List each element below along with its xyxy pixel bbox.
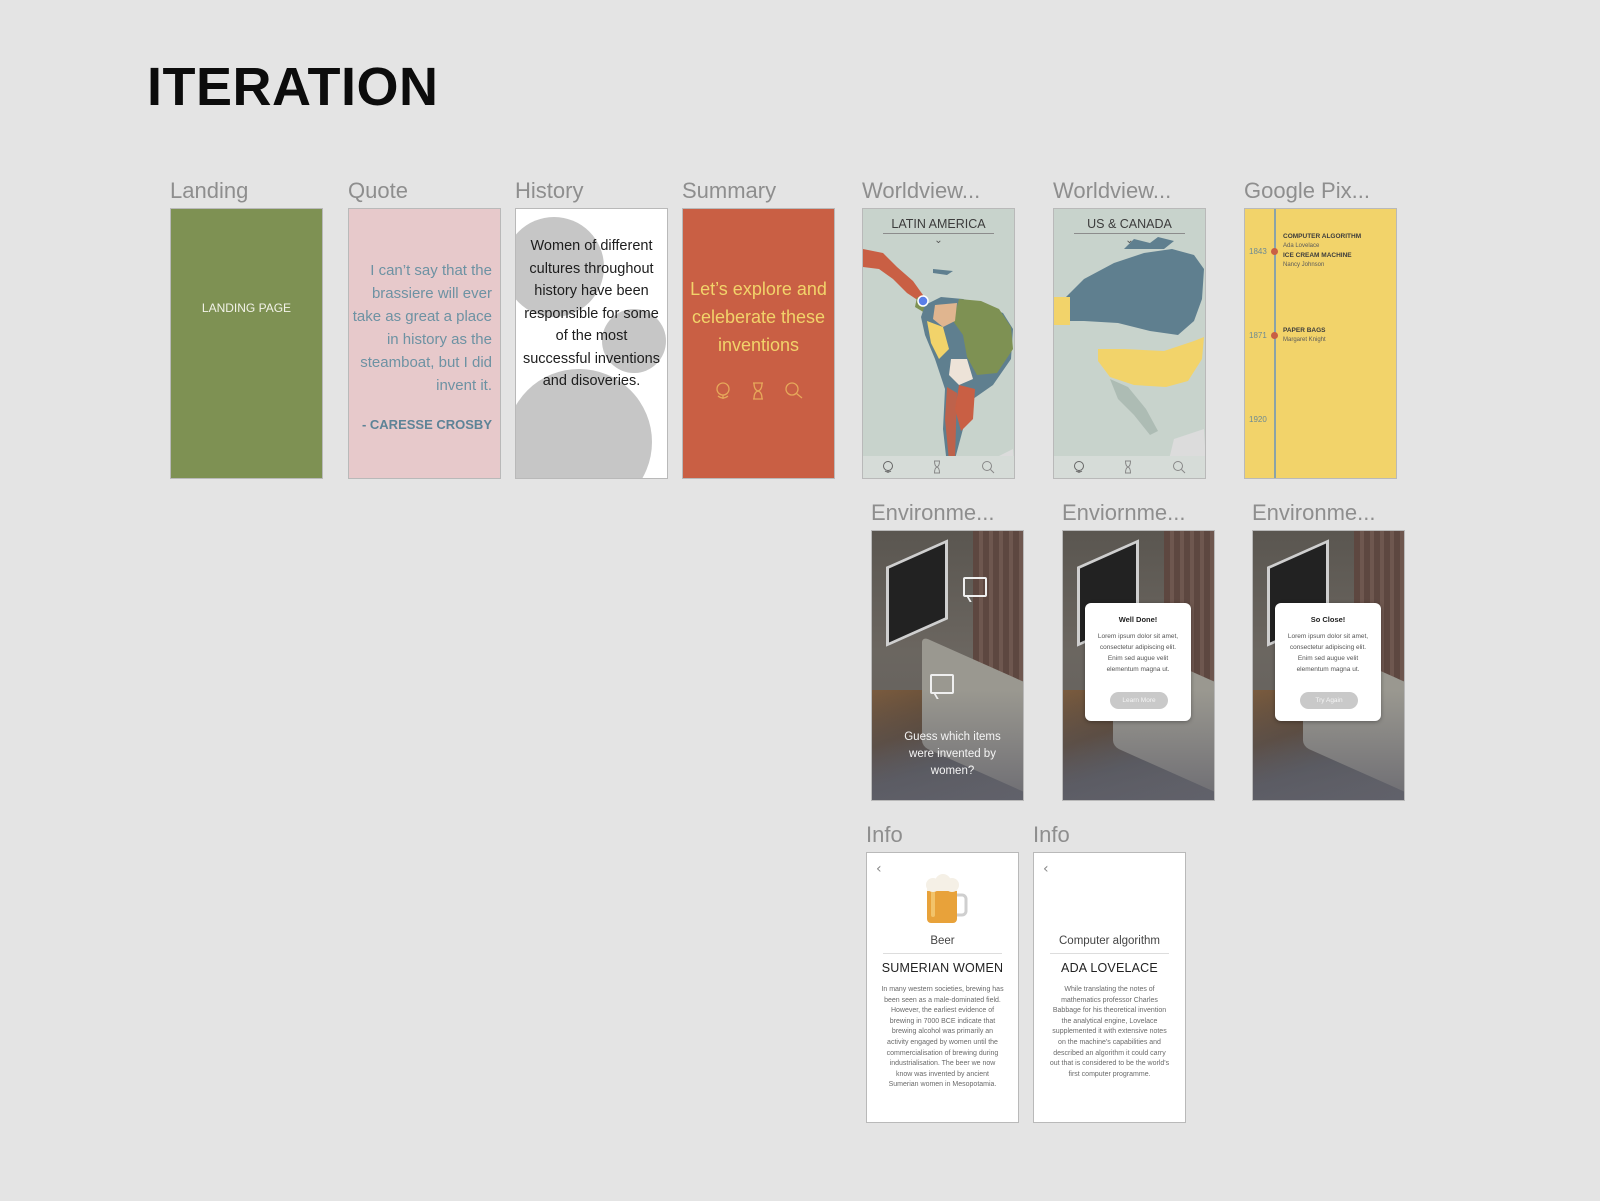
chat-bubble-icon[interactable]: [930, 674, 954, 694]
timeline-screen[interactable]: 1843 COMPUTER ALGORITHM Ada Lovelace ICE…: [1244, 208, 1397, 479]
frame-worldview-latin-america[interactable]: Worldview... LATIN AMERICA ⌄: [862, 178, 1022, 483]
chevron-down-icon[interactable]: ⌄: [863, 235, 1014, 246]
bottom-nav: [1054, 456, 1205, 478]
chevron-down-icon[interactable]: ⌄: [1054, 235, 1205, 246]
feedback-card: So Close! Lorem ipsum dolor sit amet, co…: [1275, 603, 1381, 721]
environment-screen[interactable]: Guess which items were invented by women…: [871, 530, 1024, 801]
frame-label[interactable]: History: [515, 178, 583, 204]
timeline-year: 1871: [1249, 331, 1267, 340]
frame-info-algorithm[interactable]: Info ‹ Computer algorithm ADA LOVELACE W…: [1033, 822, 1193, 1127]
info-body: In many western societies, brewing has b…: [881, 986, 1004, 1089]
search-icon[interactable]: [784, 381, 804, 401]
frame-label[interactable]: Environme...: [871, 500, 995, 526]
hourglass-icon[interactable]: [932, 460, 942, 474]
info-body: While translating the notes of mathemati…: [1049, 986, 1170, 1078]
map-region-title: LATIN AMERICA: [883, 217, 994, 234]
frame-summary[interactable]: Summary Let’s explore and celeberate the…: [682, 178, 842, 483]
landing-page-text: LANDING PAGE: [201, 301, 292, 315]
frame-label[interactable]: Info: [866, 822, 903, 848]
frame-environment-guess[interactable]: Environme... Guess which items were inve…: [871, 500, 1031, 805]
divider: [883, 953, 1002, 954]
globe-icon[interactable]: [882, 460, 894, 474]
frame-label[interactable]: Worldview...: [862, 178, 980, 204]
timeline-dot[interactable]: [1271, 332, 1278, 339]
inventor-name: Nancy Johnson: [1283, 262, 1325, 268]
inventor-title: SUMERIAN WOMEN: [881, 961, 1004, 975]
chat-bubble-icon[interactable]: [963, 577, 987, 597]
frame-label[interactable]: Landing: [170, 178, 248, 204]
search-icon[interactable]: [981, 460, 995, 474]
back-arrow-icon[interactable]: ‹: [876, 861, 882, 877]
back-arrow-icon[interactable]: ‹: [1043, 861, 1049, 877]
latin-america-map[interactable]: [863, 209, 1015, 479]
guess-prompt: Guess which items were invented by women…: [904, 731, 1001, 777]
bottom-nav: [863, 456, 1014, 478]
inventor-name: Margaret Knight: [1283, 337, 1326, 343]
divider: [1050, 953, 1169, 954]
quote-text: I can’t say that the brassiere will ever…: [352, 262, 492, 394]
invention-name: PAPER BAGS: [1283, 327, 1326, 334]
page-title: ITERATION: [147, 57, 439, 117]
frame-label[interactable]: Environme...: [1252, 500, 1376, 526]
summary-text: Let’s explore and celeberate these inven…: [690, 279, 827, 355]
hourglass-icon[interactable]: [750, 381, 766, 401]
frame-landing[interactable]: Landing LANDING PAGE: [170, 178, 330, 483]
frame-info-beer[interactable]: Info ‹ Beer SUMERIAN WOMEN In many weste…: [866, 822, 1026, 1127]
info-screen[interactable]: ‹ Computer algorithm ADA LOVELACE While …: [1033, 852, 1186, 1123]
environment-screen[interactable]: So Close! Lorem ipsum dolor sit amet, co…: [1252, 530, 1405, 801]
quote-author: - CARESSE CROSBY: [361, 417, 492, 432]
inventor-title: ADA LOVELACE: [1061, 961, 1158, 975]
globe-icon[interactable]: [714, 381, 732, 401]
map-region-title: US & CANADA: [1074, 217, 1185, 234]
frame-label[interactable]: Enviornme...: [1062, 500, 1186, 526]
frame-history[interactable]: History Women of different cultures thro…: [515, 178, 675, 483]
history-text: Women of different cultures throughout h…: [522, 238, 660, 389]
history-screen[interactable]: Women of different cultures throughout h…: [515, 208, 668, 479]
frame-environment-well-done[interactable]: Enviornme... Well Done! Lorem ipsum dolo…: [1062, 500, 1222, 805]
environment-screen[interactable]: Well Done! Lorem ipsum dolor sit amet, c…: [1062, 530, 1215, 801]
frame-google-pixel-timeline[interactable]: Google Pix... 1843 COMPUTER ALGORITHM Ad…: [1244, 178, 1404, 483]
search-icon[interactable]: [1172, 460, 1186, 474]
room-curtains: [973, 531, 1023, 681]
quote-screen[interactable]: I can’t say that the brassiere will ever…: [348, 208, 501, 479]
frame-label[interactable]: Summary: [682, 178, 776, 204]
card-body: Lorem ipsum dolor sit amet, consectetur …: [1097, 633, 1179, 673]
card-title: So Close!: [1310, 615, 1346, 624]
timeline-year: 1920: [1249, 415, 1267, 424]
frame-environment-so-close[interactable]: Environme... So Close! Lorem ipsum dolor…: [1252, 500, 1412, 805]
timeline-year: 1843: [1249, 247, 1267, 256]
invention-title: Computer algorithm: [1059, 935, 1160, 947]
frame-worldview-us-canada[interactable]: Worldview... US & CANADA ⌄: [1053, 178, 1213, 483]
card-body: Lorem ipsum dolor sit amet, consectetur …: [1287, 633, 1369, 673]
invention-title: Beer: [930, 935, 955, 947]
inventor-name: Ada Lovelace: [1283, 243, 1320, 249]
invention-name: COMPUTER ALGORITHM: [1283, 233, 1362, 240]
info-screen[interactable]: ‹ Beer SUMERIAN WOMEN In many western so…: [866, 852, 1019, 1123]
frame-label[interactable]: Quote: [348, 178, 408, 204]
card-title: Well Done!: [1118, 615, 1158, 624]
frame-quote[interactable]: Quote I can’t say that the brassiere wil…: [348, 178, 508, 483]
invention-name: ICE CREAM MACHINE: [1283, 252, 1352, 259]
frame-label[interactable]: Google Pix...: [1244, 178, 1370, 204]
globe-icon[interactable]: [1073, 460, 1085, 474]
learn-more-button[interactable]: Learn More: [1110, 692, 1168, 709]
frame-label[interactable]: Info: [1033, 822, 1070, 848]
timeline-dot[interactable]: [1271, 248, 1278, 255]
feedback-card: Well Done! Lorem ipsum dolor sit amet, c…: [1085, 603, 1191, 721]
us-canada-map-screen[interactable]: US & CANADA ⌄: [1053, 208, 1206, 479]
frame-label[interactable]: Worldview...: [1053, 178, 1171, 204]
us-canada-map[interactable]: [1054, 209, 1206, 479]
hourglass-icon[interactable]: [1123, 460, 1133, 474]
latin-america-map-screen[interactable]: LATIN AMERICA ⌄: [862, 208, 1015, 479]
landing-screen[interactable]: LANDING PAGE: [170, 208, 323, 479]
summary-screen[interactable]: Let’s explore and celeberate these inven…: [682, 208, 835, 479]
room-tv: [886, 539, 948, 647]
try-again-button[interactable]: Try Again: [1300, 692, 1358, 709]
beer-mug-icon: [926, 874, 968, 923]
